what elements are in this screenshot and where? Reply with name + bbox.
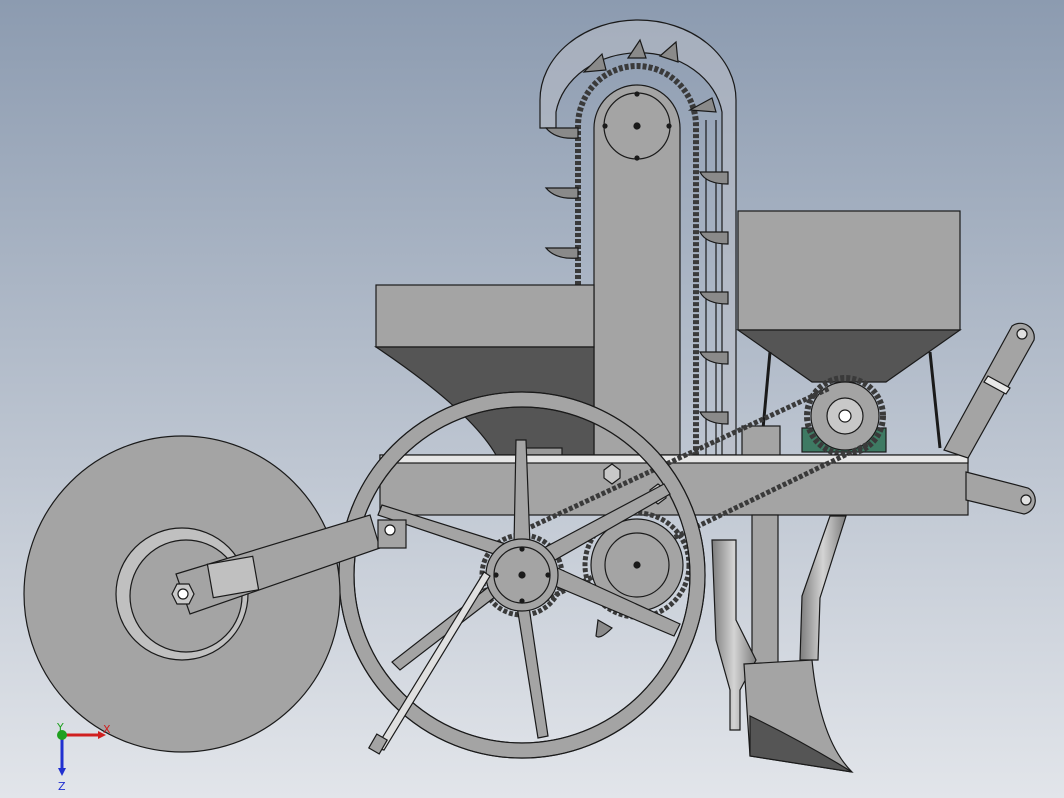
axis-z-label: Z [58,780,66,793]
assembly-drawing[interactable]: X Y Z [0,0,1064,798]
cad-viewport[interactable]: X Y Z [0,0,1064,798]
axis-y-label: Y [56,721,64,734]
axis-x-label: X [103,723,111,736]
